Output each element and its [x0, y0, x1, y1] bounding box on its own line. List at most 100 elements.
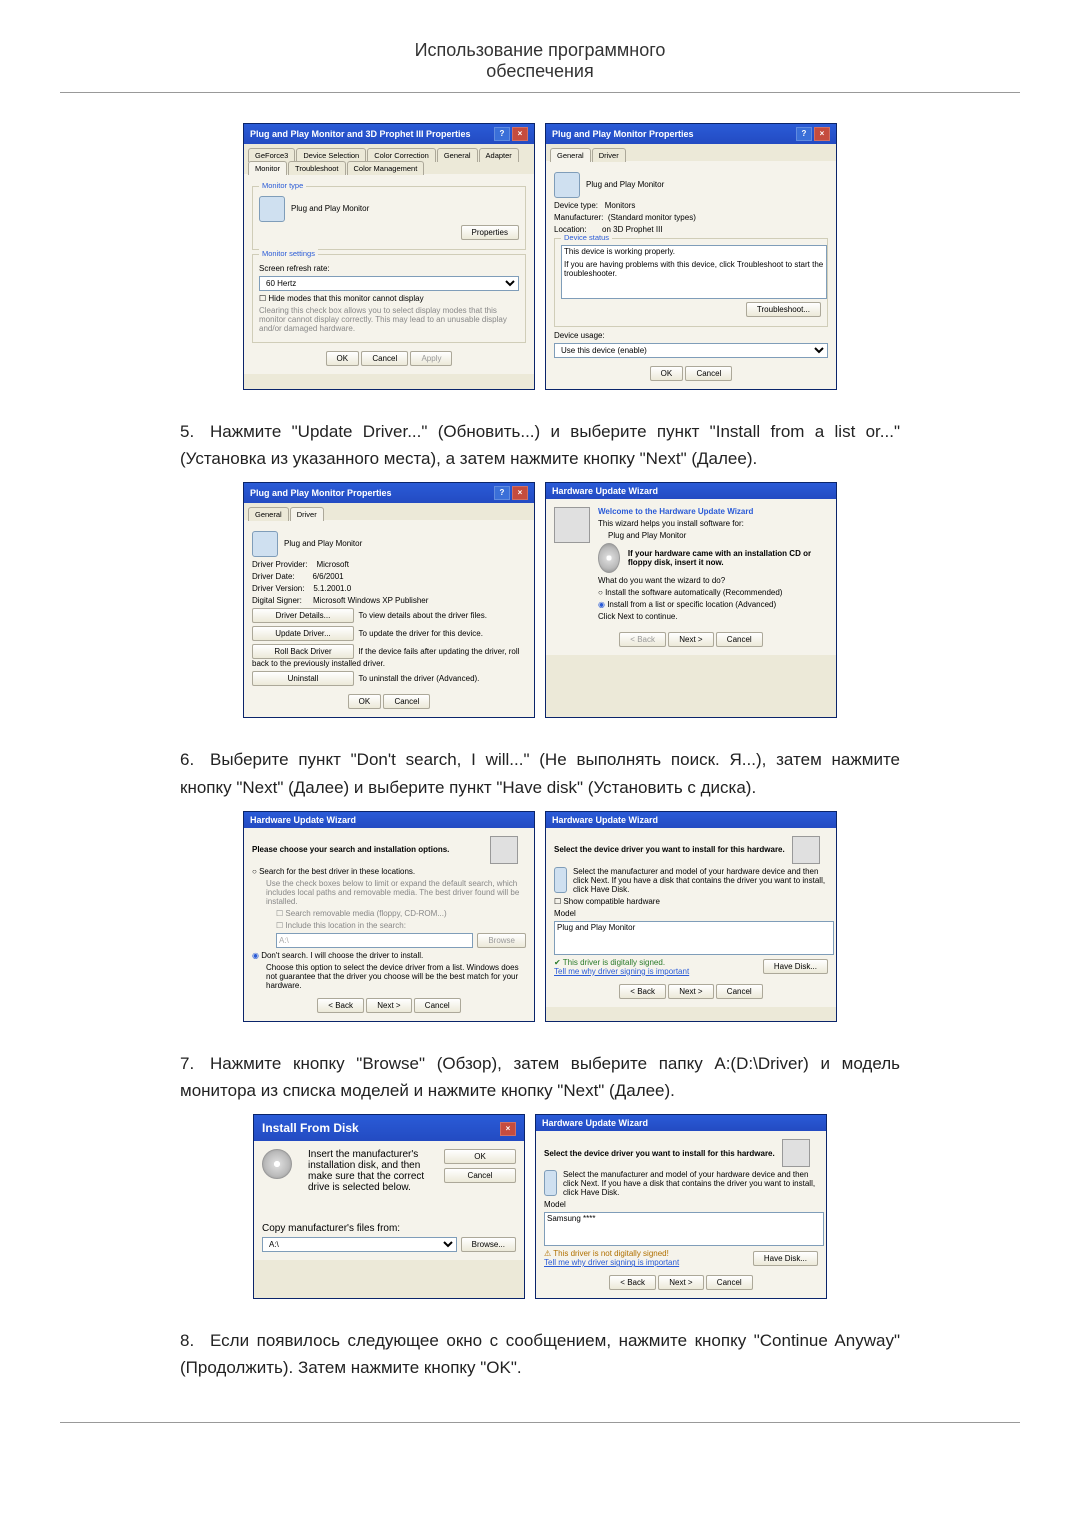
- window-controls[interactable]: ×: [498, 1120, 516, 1136]
- tab[interactable]: Color Management: [347, 161, 425, 175]
- model-list[interactable]: Plug and Play Monitor: [554, 921, 834, 955]
- cancel-button[interactable]: Cancel: [716, 984, 763, 999]
- next-button[interactable]: Next >: [658, 1275, 703, 1290]
- hardware-update-wizard-welcome: Hardware Update Wizard Welcome to the Ha…: [545, 482, 837, 718]
- search-radio[interactable]: Search for the best driver in these loca…: [252, 867, 526, 876]
- tab[interactable]: GeForce3: [248, 148, 295, 162]
- step-number: 6.: [180, 746, 210, 773]
- signing-link[interactable]: Tell me why driver signing is important: [554, 967, 689, 976]
- copy-from-label: Copy manufacturer's files from:: [262, 1223, 516, 1234]
- tab[interactable]: Adapter: [479, 148, 519, 162]
- browse-button[interactable]: Browse...: [461, 1237, 516, 1252]
- value: Microsoft Windows XP Publisher: [313, 596, 428, 605]
- help-icon[interactable]: ?: [494, 127, 510, 141]
- close-icon[interactable]: ×: [512, 127, 528, 141]
- ok-button[interactable]: OK: [650, 366, 684, 381]
- signed-text: This driver is digitally signed.: [563, 958, 665, 967]
- model-list[interactable]: Samsung ****: [544, 1212, 824, 1246]
- monitor-properties-general-dialog: Plug and Play Monitor Properties ?× Gene…: [545, 123, 837, 390]
- window-controls[interactable]: ?×: [492, 486, 528, 500]
- help-icon[interactable]: ?: [494, 486, 510, 500]
- dialog-title: Hardware Update Wizard: [542, 1118, 648, 1128]
- cancel-button[interactable]: Cancel: [706, 1275, 753, 1290]
- cancel-button[interactable]: Cancel: [383, 694, 430, 709]
- back-button[interactable]: < Back: [317, 998, 364, 1013]
- ok-button[interactable]: OK: [444, 1149, 516, 1164]
- cancel-button[interactable]: Cancel: [685, 366, 732, 381]
- refresh-label: Screen refresh rate:: [259, 264, 519, 273]
- ok-button[interactable]: OK: [326, 351, 360, 366]
- rollback-driver-button[interactable]: Roll Back Driver: [252, 644, 354, 659]
- properties-button[interactable]: Properties: [461, 225, 519, 240]
- location-input: [276, 933, 473, 948]
- refresh-select[interactable]: 60 Hertz: [259, 276, 519, 291]
- help-icon[interactable]: ?: [796, 127, 812, 141]
- monitor-settings-legend: Monitor settings: [259, 249, 318, 258]
- model-label: Model: [544, 1200, 818, 1209]
- update-driver-button[interactable]: Update Driver...: [252, 626, 354, 641]
- tab[interactable]: Troubleshoot: [288, 161, 346, 175]
- hide-modes-checkbox[interactable]: Hide modes that this monitor cannot disp…: [259, 294, 519, 303]
- cancel-button[interactable]: Cancel: [361, 351, 408, 366]
- window-controls[interactable]: ?×: [794, 127, 830, 141]
- back-button[interactable]: < Back: [609, 1275, 656, 1290]
- close-icon[interactable]: ×: [814, 127, 830, 141]
- install-auto-radio[interactable]: Install the software automatically (Reco…: [598, 588, 828, 597]
- clear-note: Clearing this check box allows you to se…: [259, 306, 519, 333]
- cancel-button[interactable]: Cancel: [716, 632, 763, 647]
- label: Driver Date:: [252, 572, 295, 581]
- label: Digital Signer:: [252, 596, 302, 605]
- install-list-radio[interactable]: Install from a list or specific location…: [598, 600, 828, 609]
- heading: Select the device driver you want to ins…: [554, 845, 785, 854]
- click-next: Click Next to continue.: [598, 612, 828, 621]
- step-text: Нажмите "Update Driver..." (Обновить...)…: [180, 422, 900, 468]
- tab[interactable]: Device Selection: [296, 148, 366, 162]
- cancel-button[interactable]: Cancel: [444, 1168, 516, 1183]
- note: Select the manufacturer and model of you…: [573, 867, 828, 894]
- value: Monitors: [605, 201, 636, 210]
- ok-button[interactable]: OK: [348, 694, 382, 709]
- next-button[interactable]: Next >: [668, 984, 713, 999]
- what-label: What do you want the wizard to do?: [598, 576, 828, 585]
- uninstall-button[interactable]: Uninstall: [252, 671, 354, 686]
- signing-link[interactable]: Tell me why driver signing is important: [544, 1258, 679, 1267]
- tab-general[interactable]: General: [550, 148, 591, 162]
- label: Driver Version:: [252, 584, 304, 593]
- close-icon[interactable]: ×: [500, 1122, 516, 1136]
- driver-details-button[interactable]: Driver Details...: [252, 608, 354, 623]
- tab[interactable]: Color Correction: [367, 148, 436, 162]
- troubleshoot-button[interactable]: Troubleshoot...: [746, 302, 821, 317]
- wizard-select-driver: Hardware Update Wizard Select the device…: [545, 811, 837, 1022]
- back-button[interactable]: < Back: [619, 984, 666, 999]
- desc: To view details about the driver files.: [358, 611, 487, 620]
- tab[interactable]: General: [437, 148, 478, 162]
- step-text: Нажмите кнопку "Browse" (Обзор), затем в…: [180, 1054, 900, 1100]
- tab-general[interactable]: General: [248, 507, 289, 521]
- device-usage-select[interactable]: Use this device (enable): [554, 343, 828, 358]
- value: (Standard monitor types): [608, 213, 696, 222]
- have-disk-button[interactable]: Have Disk...: [753, 1251, 818, 1266]
- device-name: Plug and Play Monitor: [608, 531, 828, 540]
- dont-search-radio[interactable]: Don't search. I will choose the driver t…: [252, 951, 526, 960]
- label: Device type:: [554, 201, 598, 210]
- next-button[interactable]: Next >: [668, 632, 713, 647]
- device-name: Plug and Play Monitor: [586, 180, 664, 189]
- step-number: 7.: [180, 1050, 210, 1077]
- include-location-check: Include this location in the search:: [276, 921, 526, 930]
- next-button[interactable]: Next >: [366, 998, 411, 1013]
- desc: To update the driver for this device.: [358, 629, 483, 638]
- monitor-name: Plug and Play Monitor: [291, 204, 369, 213]
- wizard-icon: [554, 507, 590, 543]
- tab-monitor[interactable]: Monitor: [248, 161, 287, 175]
- tab-driver[interactable]: Driver: [592, 148, 626, 162]
- show-compatible-check[interactable]: Show compatible hardware: [554, 897, 828, 906]
- path-select[interactable]: A:\: [262, 1237, 457, 1252]
- tab-driver[interactable]: Driver: [290, 507, 324, 521]
- window-controls[interactable]: ?×: [492, 127, 528, 141]
- wizard-welcome: Welcome to the Hardware Update Wizard: [598, 507, 828, 516]
- close-icon[interactable]: ×: [512, 486, 528, 500]
- cancel-button[interactable]: Cancel: [414, 998, 461, 1013]
- step-number: 8.: [180, 1327, 210, 1354]
- device-usage-label: Device usage:: [554, 331, 828, 340]
- have-disk-button[interactable]: Have Disk...: [763, 959, 828, 974]
